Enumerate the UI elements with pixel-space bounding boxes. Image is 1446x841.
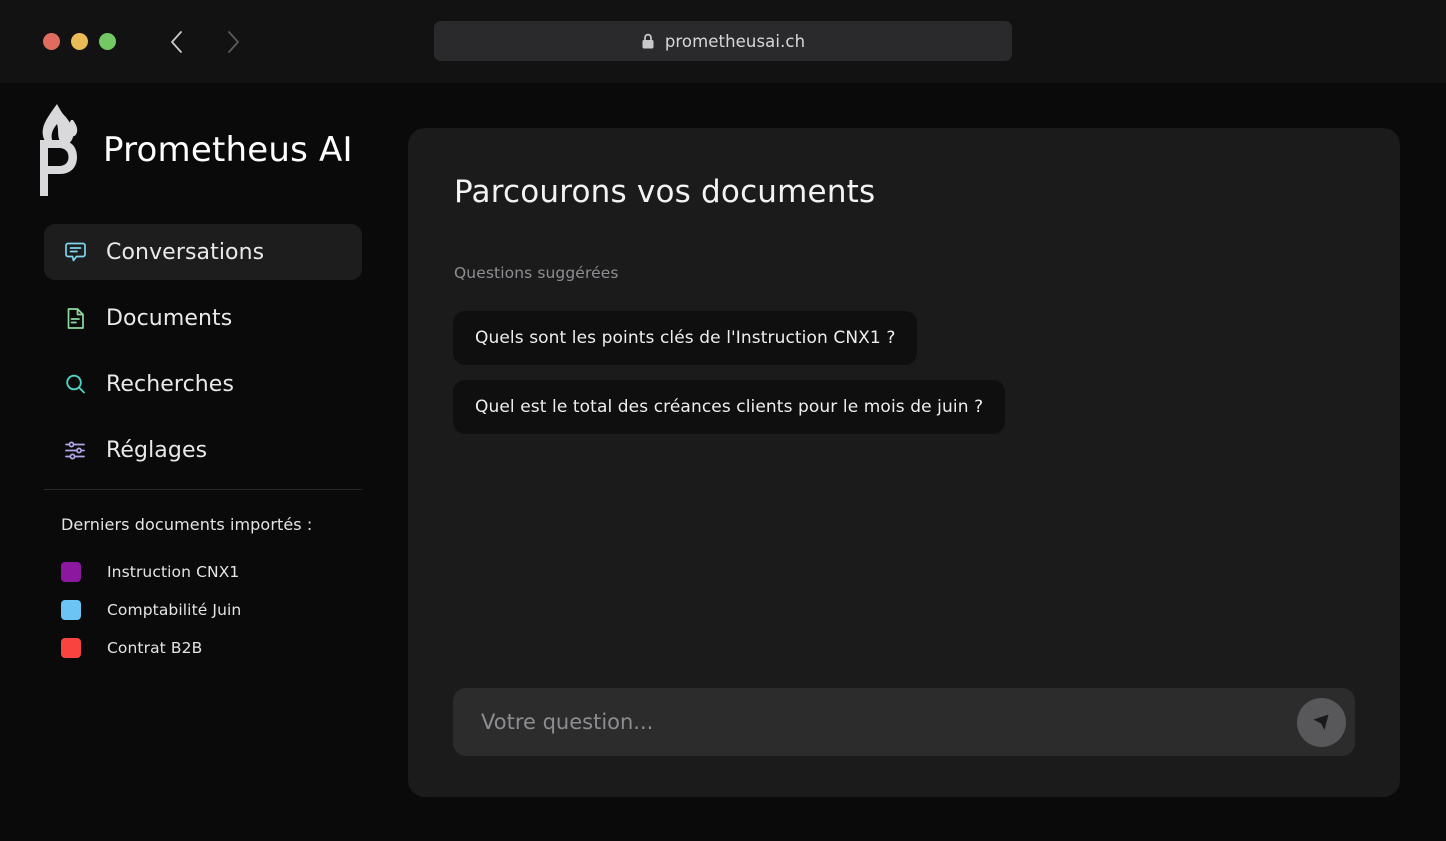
list-item[interactable]: Comptabilité Juin — [61, 591, 361, 629]
sidebar-nav: Conversations Documents Recherches Régla… — [44, 224, 362, 488]
sidebar-divider — [44, 489, 362, 490]
document-color-swatch — [61, 562, 81, 582]
chevron-right-icon — [223, 29, 243, 55]
document-label: Contrat B2B — [107, 639, 203, 657]
address-bar[interactable]: prometheusai.ch — [434, 21, 1012, 61]
sidebar-item-conversations[interactable]: Conversations — [44, 224, 362, 280]
sidebar-item-label: Documents — [106, 305, 233, 331]
sidebar: Prometheus AI Conversations Documents Re… — [0, 83, 408, 841]
document-color-swatch — [61, 600, 81, 620]
app-window: prometheusai.ch Prometheus AI Conversati… — [0, 0, 1446, 841]
back-button[interactable] — [160, 25, 194, 59]
main-chat-panel: Parcourons vos documents Questions suggé… — [408, 128, 1400, 797]
sidebar-item-recherches[interactable]: Recherches — [44, 356, 362, 412]
chat-bubble-icon — [62, 239, 88, 265]
sidebar-item-documents[interactable]: Documents — [44, 290, 362, 346]
document-label: Comptabilité Juin — [107, 601, 242, 619]
document-color-swatch — [61, 638, 81, 658]
recent-documents-title: Derniers documents importés : — [61, 515, 313, 534]
recent-documents-section: Derniers documents importés : Instructio… — [61, 515, 361, 667]
suggested-question-chip[interactable]: Quel est le total des créances clients p… — [453, 380, 1006, 434]
prometheus-flame-p-logo-icon — [27, 96, 89, 204]
browser-nav-buttons — [160, 25, 250, 59]
forward-button[interactable] — [216, 25, 250, 59]
send-arrow-icon — [1309, 710, 1334, 735]
window-close-button[interactable] — [43, 33, 60, 50]
window-traffic-lights — [43, 33, 116, 50]
question-input[interactable] — [453, 710, 1297, 734]
page-title: Parcourons vos documents — [454, 174, 876, 210]
list-item[interactable]: Instruction CNX1 — [61, 553, 361, 591]
sliders-icon — [62, 437, 88, 463]
sidebar-item-label: Conversations — [106, 239, 265, 265]
send-button[interactable] — [1297, 697, 1346, 747]
brand: Prometheus AI — [27, 96, 353, 204]
window-maximize-button[interactable] — [99, 33, 116, 50]
browser-toolbar: prometheusai.ch — [0, 0, 1446, 83]
chevron-left-icon — [167, 29, 187, 55]
list-item[interactable]: Contrat B2B — [61, 629, 361, 667]
suggested-questions-list: Quels sont les points clés de l'Instruct… — [453, 311, 1006, 434]
sidebar-item-reglages[interactable]: Réglages — [44, 422, 362, 478]
brand-name: Prometheus AI — [103, 130, 353, 170]
address-bar-url: prometheusai.ch — [664, 31, 806, 51]
window-minimize-button[interactable] — [71, 33, 88, 50]
composer — [453, 688, 1355, 756]
suggested-questions-label: Questions suggérées — [454, 264, 619, 282]
lock-icon — [641, 33, 655, 50]
document-icon — [62, 305, 88, 331]
sidebar-item-label: Recherches — [106, 371, 235, 397]
suggested-question-chip[interactable]: Quels sont les points clés de l'Instruct… — [453, 311, 918, 365]
document-label: Instruction CNX1 — [107, 563, 240, 581]
search-icon — [62, 371, 88, 397]
sidebar-item-label: Réglages — [106, 437, 208, 463]
